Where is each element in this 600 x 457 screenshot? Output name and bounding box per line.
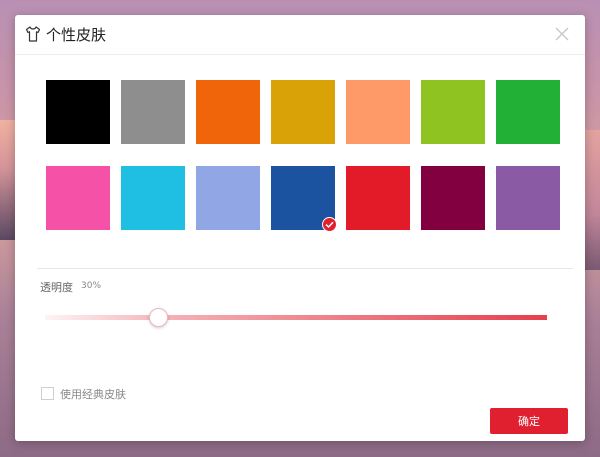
swatch-cyan[interactable] [121, 166, 185, 230]
tshirt-icon [25, 26, 41, 42]
swatch-gray[interactable] [121, 80, 185, 144]
opacity-label: 透明度 [40, 281, 73, 294]
skin-dialog: 个性皮肤 透明度 30% 使用经典皮肤 确定 [15, 15, 585, 441]
swatch-peach[interactable] [346, 80, 410, 144]
dialog-titlebar: 个性皮肤 [15, 15, 585, 55]
swatch-maroon[interactable] [421, 166, 485, 230]
opacity-slider-thumb[interactable] [148, 308, 168, 327]
swatch-purple[interactable] [496, 166, 560, 230]
swatch-orange[interactable] [196, 80, 260, 144]
opacity-value: 30% [81, 281, 102, 291]
opacity-slider-track[interactable] [45, 315, 547, 320]
divider [37, 268, 573, 269]
swatch-lime[interactable] [421, 80, 485, 144]
classic-skin-checkbox[interactable] [41, 387, 54, 400]
selected-check-icon [322, 217, 337, 232]
dialog-title: 个性皮肤 [46, 26, 107, 44]
confirm-button[interactable]: 确定 [490, 408, 568, 434]
close-icon[interactable] [553, 25, 571, 43]
swatch-red[interactable] [346, 166, 410, 230]
classic-skin-label: 使用经典皮肤 [60, 388, 126, 401]
swatch-black[interactable] [46, 80, 110, 144]
swatch-green[interactable] [496, 80, 560, 144]
swatch-lavender[interactable] [196, 166, 260, 230]
swatch-blue[interactable] [271, 166, 337, 232]
swatch-pink[interactable] [46, 166, 110, 230]
swatch-gold[interactable] [271, 80, 335, 144]
